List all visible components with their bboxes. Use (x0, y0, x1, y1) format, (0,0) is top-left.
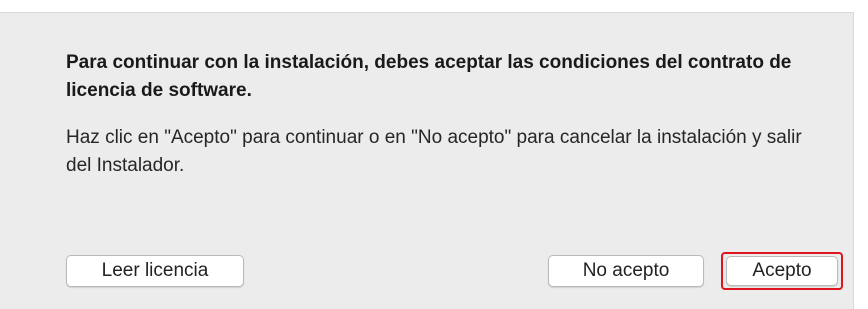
license-heading: Para continuar con la instalación, debes… (66, 52, 792, 101)
accept-button[interactable]: Acepto (726, 256, 838, 286)
license-instructions: Haz clic en "Acepto" para continuar o en… (66, 127, 802, 176)
decline-button[interactable]: No acepto (548, 255, 704, 287)
read-license-button[interactable]: Leer licencia (66, 255, 244, 287)
license-agreement-sheet: Para continuar con la instalación, debes… (0, 12, 854, 309)
